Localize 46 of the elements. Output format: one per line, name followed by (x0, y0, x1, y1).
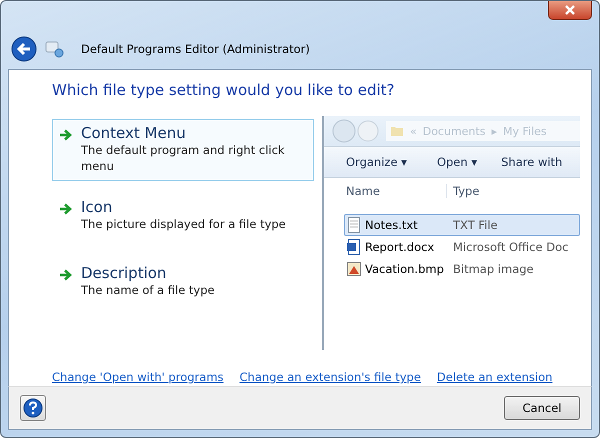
document-icon (347, 239, 361, 255)
back-button[interactable] (11, 36, 37, 62)
file-type: Bitmap image (452, 262, 535, 276)
breadcrumb-text: ▸ (491, 124, 497, 138)
arrow-icon (59, 129, 73, 141)
column-header[interactable]: Type (446, 184, 580, 198)
breadcrumb-text: Documents (422, 124, 486, 138)
page-heading: Which file type setting would you like to edit? (52, 81, 396, 99)
option-description: The default program and right click menu (81, 142, 286, 174)
toolbar-button[interactable]: Share with (501, 155, 562, 169)
close-button[interactable] (548, 1, 592, 20)
file-name: Notes.txt (365, 218, 418, 232)
toolbar-button[interactable]: Organize ▾ (346, 155, 407, 169)
window-title: Default Programs Editor (Administrator) (81, 42, 310, 56)
task-link[interactable]: Change 'Open with' programs (52, 370, 224, 384)
option-item[interactable]: Description The name of a file type (52, 259, 314, 313)
breadcrumb-text: My Files (502, 124, 547, 138)
column-header[interactable]: Name (324, 184, 446, 198)
task-link[interactable]: Change an extension's file type (240, 370, 421, 384)
app-icon (45, 40, 65, 58)
file-type: Microsoft Office Doc (452, 240, 570, 254)
option-item[interactable]: Context Menu The default program and right click menu (52, 119, 314, 181)
arrow-icon (59, 269, 73, 281)
toolbar-button[interactable]: Open ▾ (436, 155, 478, 169)
file-name: Report.docx (365, 240, 434, 254)
folder-icon (390, 125, 404, 137)
file-row[interactable]: Vacation.bmp Bitmap image (344, 258, 580, 280)
file-type: TXT File (452, 218, 499, 232)
breadcrumb-text: « (410, 124, 417, 138)
option-title: Icon (81, 198, 114, 216)
image-file-icon (347, 261, 361, 277)
close-icon (564, 5, 576, 15)
cancel-button[interactable]: Cancel (504, 396, 580, 420)
option-item[interactable]: Icon The picture displayed for a file type (52, 193, 314, 247)
help-icon (23, 398, 43, 418)
option-title: Context Menu (81, 124, 187, 142)
help-button[interactable] (20, 395, 46, 421)
task-link[interactable]: Delete an extension (436, 370, 552, 384)
arrow-icon (59, 203, 73, 215)
file-name: Vacation.bmp (365, 262, 444, 276)
text-file-icon (347, 217, 361, 233)
option-description: The picture displayed for a file type (81, 216, 286, 232)
file-row[interactable]: Report.docx Microsoft Office Doc (344, 236, 580, 258)
option-description: The name of a file type (81, 282, 215, 298)
option-title: Description (81, 264, 168, 282)
file-row[interactable]: Notes.txt TXT File (344, 214, 580, 236)
